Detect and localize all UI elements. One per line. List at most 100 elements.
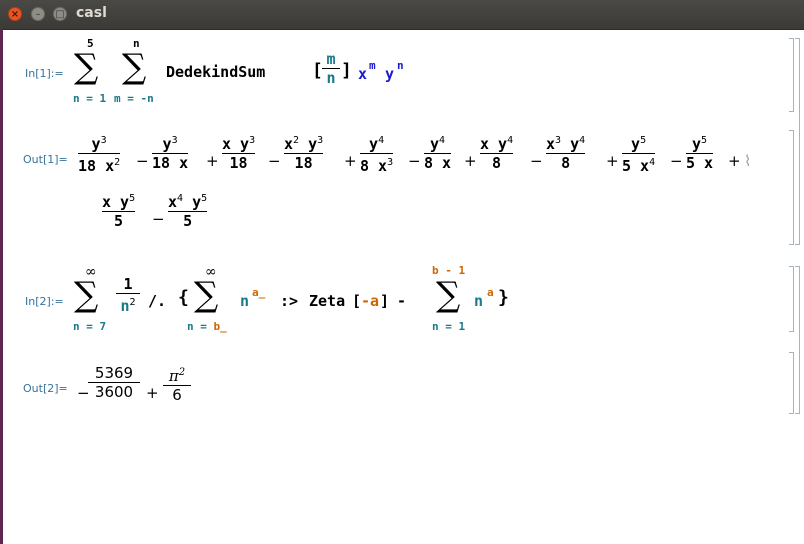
out1-term-10: x y5 5 — [102, 190, 136, 230]
out1-term-9: y5 5 x — [686, 132, 714, 172]
in1-outer-sum-icon: ∑ — [74, 47, 99, 87]
in1-close-bracket: ] — [341, 60, 352, 81]
in2-pow-exp: a_ — [252, 286, 266, 299]
line-continuation-icon: ⌇ — [744, 152, 752, 170]
out1-term-6: x y4 8 — [480, 132, 514, 172]
out2-fraction2: π2 6 — [163, 364, 191, 404]
out2-fraction1: 5369 3600 — [88, 364, 140, 401]
minimize-icon: – — [35, 9, 41, 20]
in2-cell-bracket[interactable] — [789, 266, 794, 332]
in1-frac-num: m — [326, 50, 336, 68]
group1-cell-bracket[interactable] — [795, 38, 800, 245]
in2-sum1-icon: ∑ — [74, 275, 99, 315]
out1-term-1: y3 18 x — [152, 132, 189, 172]
out1-term-num: x2 y3 — [284, 135, 324, 153]
in1-outer-sum-lower: n = 1 — [73, 92, 107, 105]
out2-frac1-den: 3600 — [94, 383, 134, 401]
window-left-edge — [0, 29, 3, 544]
out1-term-den: 5 — [114, 212, 124, 230]
out1-term-8: y5 5 x4 — [622, 132, 656, 175]
out1-term-den: 8 — [492, 154, 502, 172]
out2-plus: + — [146, 384, 159, 402]
out1-term-num: y3 — [162, 135, 178, 153]
in1-x-exp: m — [369, 59, 376, 72]
out1-term-num: x y5 — [102, 193, 136, 211]
maximize-icon: □ — [55, 9, 65, 20]
in2-pow-base: n — [240, 292, 250, 310]
in1-inner-sum-icon: ∑ — [122, 47, 147, 87]
out2-frac2-num: π — [168, 367, 179, 385]
in2-pow2-base: n — [474, 292, 484, 310]
out1-term-den: 5 x — [686, 154, 714, 172]
in2-sum2-icon: ∑ — [194, 275, 219, 315]
out1-term-num: y4 — [430, 135, 446, 153]
in2-close-brace: } — [498, 287, 509, 308]
out1-term-0: y3 18 x2 — [78, 132, 121, 175]
in2-delayed-rule: :> — [280, 292, 299, 310]
in2-sum2-lower-n: n = b_ — [187, 320, 227, 333]
out1-operator: + — [606, 152, 619, 170]
out1-term-den: 18 x — [152, 154, 189, 172]
out1-term-3: x2 y3 18 — [284, 132, 324, 172]
in1-fraction: m n — [322, 50, 340, 87]
in2-zeta-open: [ — [352, 292, 362, 310]
out1-term-4: y4 8 x3 — [360, 132, 394, 175]
out2-cell-bracket[interactable] — [789, 352, 794, 414]
out1-term-num: x4 y5 — [168, 193, 208, 211]
out1-term-den: 8 x3 — [360, 157, 394, 175]
in1-frac-den: n — [326, 69, 336, 87]
out1-operator: − — [268, 152, 281, 170]
out1-operator: + — [464, 152, 477, 170]
in1-label: In[1]:= — [25, 67, 64, 80]
out1-term-den: 5 x4 — [622, 157, 656, 175]
in1-function-name: DedekindSum — [166, 63, 266, 81]
in2-zeta-close: ] — [380, 292, 390, 310]
out1-operator: + — [206, 152, 219, 170]
in2-minus: - — [397, 292, 407, 310]
out1-operator: + — [344, 152, 357, 170]
out1-term-5: y4 8 x — [424, 132, 452, 172]
in2-zeta: Zeta — [309, 292, 346, 310]
out1-operator: − — [152, 210, 165, 228]
window-title: casl — [76, 5, 107, 21]
out1-term-num: y3 — [91, 135, 107, 153]
out1-term-den: 8 x — [424, 154, 452, 172]
out2-frac1-num: 5369 — [94, 364, 134, 382]
in1-cell-bracket[interactable] — [789, 38, 794, 112]
in2-frac-den: n — [120, 297, 130, 315]
out2-frac2-den: 6 — [172, 386, 182, 404]
in2-zeta-arg: -a — [361, 292, 380, 310]
in2-rule-op: /. — [148, 292, 167, 310]
out1-term-den: 18 — [294, 154, 313, 172]
window-titlebar[interactable]: × – □ casl — [0, 0, 804, 30]
in1-inner-sum-lower: m = -n — [114, 92, 154, 105]
out1-operator: − — [530, 152, 543, 170]
close-button[interactable]: × — [8, 7, 22, 21]
in2-sum3-lower: n = 1 — [432, 320, 466, 333]
group2-cell-bracket[interactable] — [795, 266, 800, 414]
in1-x: x — [358, 65, 368, 83]
out1-operator: − — [408, 152, 421, 170]
out1-label: Out[1]= — [23, 153, 68, 166]
out1-term-num: y5 — [692, 135, 708, 153]
in2-open-brace: { — [178, 287, 189, 308]
out1-term-den: 18 — [229, 154, 248, 172]
out1-term-num: y4 — [369, 135, 385, 153]
minimize-button[interactable]: – — [31, 7, 45, 21]
out1-term-num: y5 — [631, 135, 647, 153]
maximize-button[interactable]: □ — [53, 7, 67, 21]
out1-cell-bracket[interactable] — [789, 130, 794, 245]
out1-term-den: 8 — [561, 154, 571, 172]
out1-term-num: x y4 — [480, 135, 514, 153]
out1-operator: − — [136, 152, 149, 170]
out1-term-2: x y3 18 — [222, 132, 256, 172]
out1-term-den: 18 x2 — [78, 157, 121, 175]
out1-term-num: x3 y4 — [546, 135, 586, 153]
close-icon: × — [10, 9, 20, 20]
in2-sum1-lower: n = 7 — [73, 320, 107, 333]
out1-term-7: x3 y4 8 — [546, 132, 586, 172]
out1-term-den: 5 — [183, 212, 193, 230]
in2-fraction: 1 n2 — [116, 275, 140, 315]
in1-y: y — [385, 65, 395, 83]
out1-term-num: x y3 — [222, 135, 256, 153]
